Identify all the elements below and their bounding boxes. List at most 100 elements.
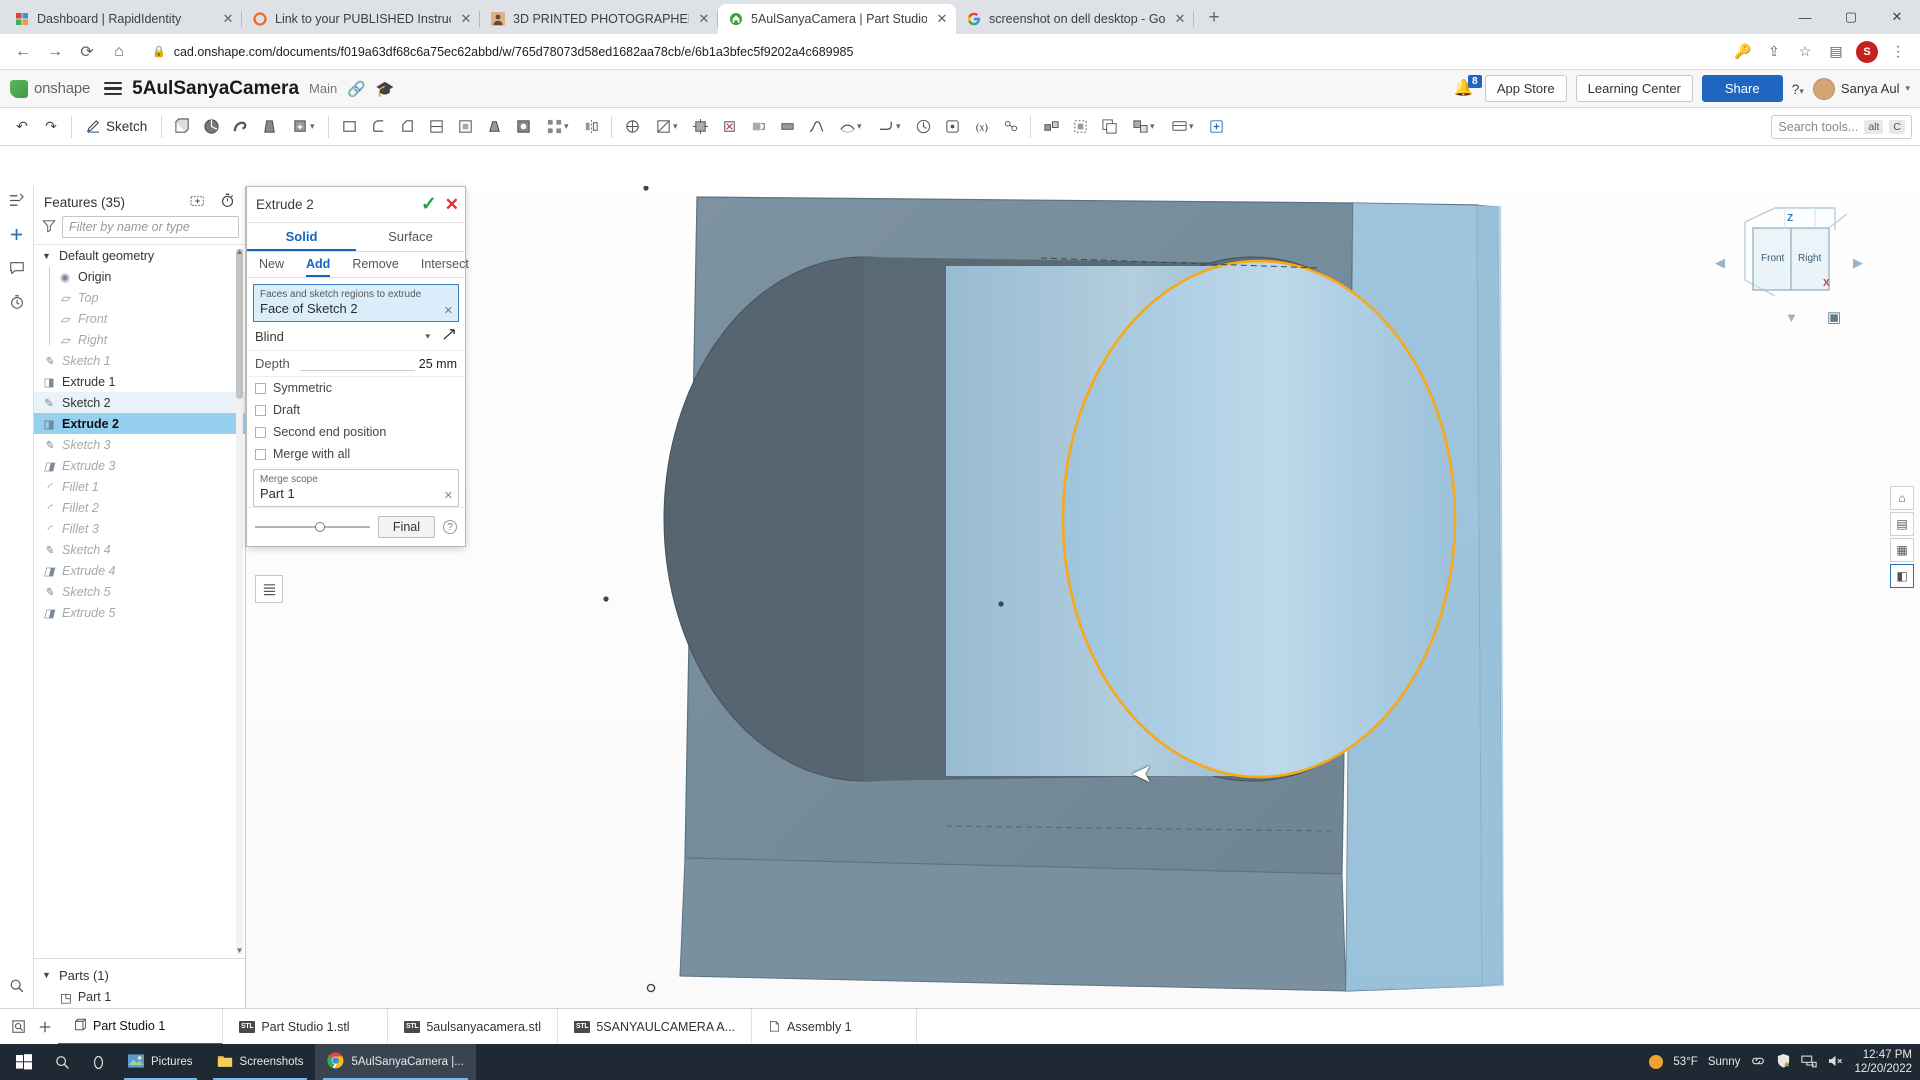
doc-tab-assembly-1[interactable]: Assembly 1	[752, 1008, 918, 1045]
draft-checkbox[interactable]	[255, 404, 266, 416]
plane-tool-icon[interactable]	[335, 113, 363, 141]
browser-tab[interactable]: Dashboard | RapidIdentity ✕	[4, 4, 242, 34]
filter-icon[interactable]	[42, 219, 56, 236]
volume-mute-icon[interactable]	[1827, 1054, 1844, 1071]
new-folder-icon[interactable]	[190, 194, 206, 211]
extrude-icon[interactable]	[168, 113, 196, 141]
surface-icon[interactable]: ▾	[831, 113, 869, 141]
add-tab-button[interactable]	[32, 1014, 58, 1040]
tree-item-sketch-4[interactable]: ✎ Sketch 4	[34, 539, 245, 560]
flip-direction-icon[interactable]	[442, 327, 457, 345]
features-tree-scroll[interactable]: ▼ Default geometry ◉ Origin ▱ Top ▱ Fron…	[34, 244, 245, 958]
address-bar[interactable]: 🔒 cad.onshape.com/documents/f019a63df68c…	[142, 38, 1721, 65]
view-cube-right-label[interactable]: Right	[1798, 253, 1821, 264]
display-mode-icon[interactable]: ▦	[1890, 538, 1914, 562]
home-icon[interactable]: ⌂	[104, 37, 134, 67]
tab-surface[interactable]: Surface	[356, 223, 465, 251]
sketch-button[interactable]: Sketch	[78, 115, 155, 138]
tree-item-extrude-5[interactable]: ◨ Extrude 5	[34, 602, 245, 623]
branch-label[interactable]: Main	[309, 81, 337, 96]
chevron-down-icon[interactable]: ▾	[425, 331, 430, 342]
feature-list-toggle-icon[interactable]	[255, 575, 283, 603]
draft-icon[interactable]	[480, 113, 508, 141]
parts-section-header[interactable]: ▼ Parts (1)	[34, 964, 245, 986]
undo-icon[interactable]: ↶	[8, 113, 36, 141]
tree-item-origin[interactable]: ◉ Origin	[34, 266, 245, 287]
home-view-icon[interactable]: ⌂	[1890, 486, 1914, 510]
slider-knob[interactable]	[314, 522, 325, 532]
add-custom-feature-icon[interactable]	[1202, 113, 1230, 141]
taskbar-app-screenshots[interactable]: Screenshots	[205, 1044, 316, 1080]
sheet-metal-icon[interactable]: ▾	[870, 113, 908, 141]
filter-input[interactable]	[62, 216, 239, 238]
tree-item-extrude-2[interactable]: ◨ Extrude 2	[34, 413, 245, 434]
history-icon[interactable]	[9, 294, 25, 314]
add-instance-icon[interactable]	[9, 227, 24, 246]
view-rotate-right-icon[interactable]: ▶	[1853, 255, 1863, 271]
chamfer-icon[interactable]	[393, 113, 421, 141]
tree-item-sketch-2[interactable]: ✎ Sketch 2	[34, 392, 245, 413]
learning-center-button[interactable]: Learning Center	[1575, 75, 1693, 102]
network-icon[interactable]	[1801, 1054, 1818, 1071]
subtab-new[interactable]: New	[259, 257, 284, 277]
close-icon[interactable]: ✕	[458, 11, 474, 27]
rollback-timer-icon[interactable]	[220, 193, 235, 211]
app-store-button[interactable]: App Store	[1484, 75, 1567, 102]
taskbar-app-pictures[interactable]: Pictures	[116, 1044, 205, 1080]
subtab-remove[interactable]: Remove	[352, 257, 399, 277]
help-icon[interactable]: ?	[443, 520, 457, 534]
view-cube-iso-icon[interactable]: ▣	[1827, 308, 1841, 326]
curve-icon[interactable]	[802, 113, 830, 141]
configure-icon[interactable]: ▾	[1124, 113, 1162, 141]
revolve-icon[interactable]	[197, 113, 225, 141]
hole-icon[interactable]	[509, 113, 537, 141]
clock[interactable]: 12:47 PM 12/20/2022	[1854, 1048, 1912, 1076]
sidepanel-icon[interactable]: ▤	[1822, 38, 1850, 66]
measure-icon[interactable]	[909, 113, 937, 141]
security-shield-icon[interactable]	[1776, 1053, 1791, 1071]
search-tools-input[interactable]: Search tools... alt C	[1771, 114, 1912, 139]
subtab-intersect[interactable]: Intersect	[421, 257, 469, 277]
back-arrow-icon[interactable]: ←	[8, 37, 38, 67]
import-icon[interactable]	[996, 113, 1024, 141]
assembly-icon[interactable]	[1037, 113, 1065, 141]
fillet-tool-icon[interactable]	[364, 113, 392, 141]
group-icon[interactable]	[1066, 113, 1094, 141]
view-rotate-left-icon[interactable]: ◀	[1715, 255, 1725, 271]
second-end-position-checkbox-row[interactable]: Second end position	[247, 421, 465, 443]
merge-with-all-checkbox-row[interactable]: Merge with all	[247, 443, 465, 465]
browser-tab[interactable]: 3D PRINTED PHOTOGRAPHER TR ✕	[480, 4, 718, 34]
doc-tab-5sanyaulcamera[interactable]: STL 5SANYAULCAMERA A...	[558, 1008, 753, 1045]
accept-button[interactable]: ✓	[421, 193, 437, 216]
tree-item-sketch-3[interactable]: ✎ Sketch 3	[34, 434, 245, 455]
view-cube[interactable]: Z X Front Right ◀ ▶ ▼ ▣	[1715, 200, 1865, 330]
view-cube-front-label[interactable]: Front	[1761, 253, 1784, 264]
star-icon[interactable]: ☆	[1791, 38, 1819, 66]
tree-item-sketch-5[interactable]: ✎ Sketch 5	[34, 581, 245, 602]
browser-tab[interactable]: Link to your PUBLISHED Instructa ✕	[242, 4, 480, 34]
onshape-logo[interactable]: onshape	[10, 79, 90, 98]
redo-icon[interactable]: ↷	[37, 113, 65, 141]
tree-item-right[interactable]: ▱ Right	[34, 329, 245, 350]
tree-item-extrude-3[interactable]: ◨ Extrude 3	[34, 455, 245, 476]
tree-item-extrude-1[interactable]: ◨ Extrude 1	[34, 371, 245, 392]
clear-merge-scope-icon[interactable]: ✕	[444, 489, 453, 502]
scroll-down-icon[interactable]: ▼	[235, 946, 244, 956]
boolean-icon[interactable]: ▾	[284, 113, 322, 141]
doc-tab-part-studio-1[interactable]: Part Studio 1	[58, 1008, 223, 1045]
thicken-icon[interactable]	[773, 113, 801, 141]
key-icon[interactable]: 🔑	[1729, 38, 1757, 66]
3d-viewport[interactable]: Z X Front Right ◀ ▶ ▼ ▣ ⌂ ▤ ▦ ◧ ➤	[246, 186, 1920, 1008]
split-icon[interactable]: ▾	[647, 113, 685, 141]
menu-icon[interactable]	[104, 81, 123, 96]
mass-properties-icon[interactable]	[938, 113, 966, 141]
mirror-icon[interactable]	[577, 113, 605, 141]
depth-row[interactable]: Depth 25 mm	[247, 351, 465, 377]
view-rotate-down-icon[interactable]: ▼	[1785, 310, 1798, 325]
maximize-button[interactable]: ▢	[1828, 0, 1874, 34]
tree-item-front[interactable]: ▱ Front	[34, 308, 245, 329]
scroll-up-icon[interactable]: ▲	[235, 247, 244, 257]
comments-icon[interactable]	[9, 260, 25, 280]
close-icon[interactable]: ✕	[1172, 11, 1188, 27]
help-icon[interactable]: ?▾	[1792, 81, 1804, 97]
